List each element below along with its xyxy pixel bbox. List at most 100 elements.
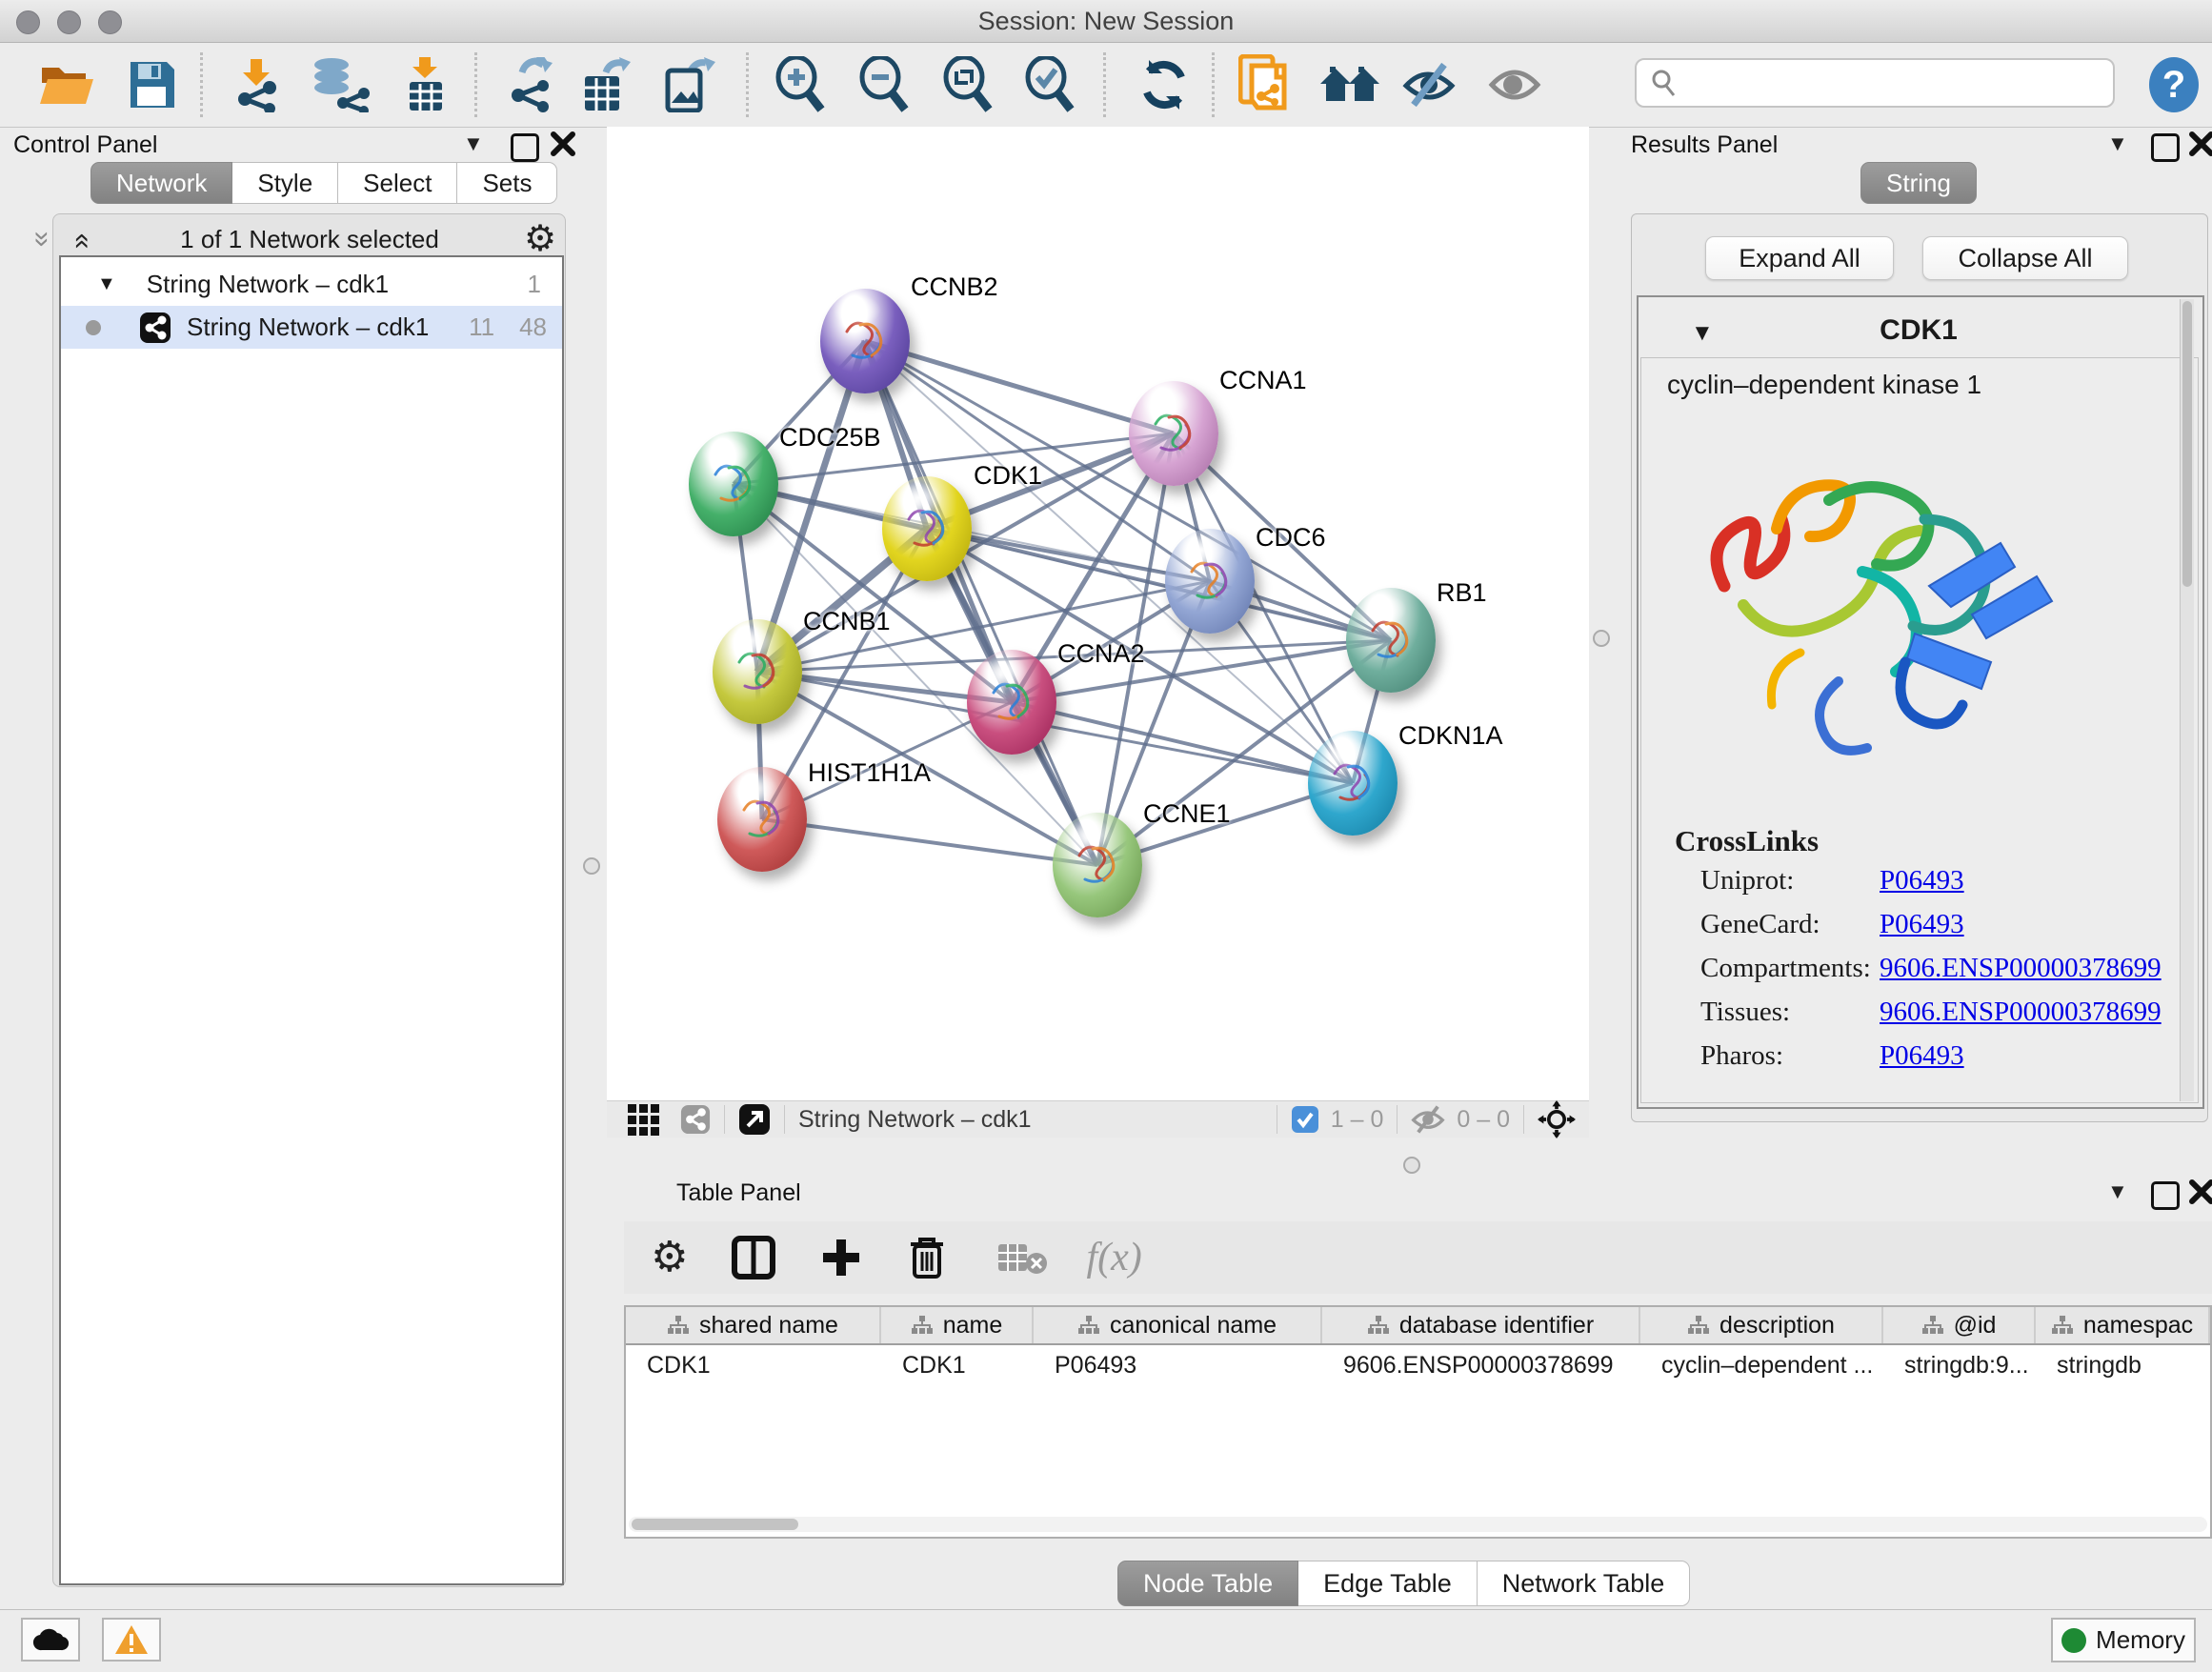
control-panel-float-menu[interactable]: ▼ <box>463 131 484 156</box>
network-options-gear-icon[interactable]: ⚙ <box>524 221 556 257</box>
houses-icon[interactable] <box>1318 56 1381 113</box>
table-hscrollbar-thumb[interactable] <box>632 1519 798 1530</box>
node-CCNB2[interactable] <box>820 289 910 393</box>
left-splitter-handle[interactable] <box>583 857 600 875</box>
tab-sets[interactable]: Sets <box>457 162 557 204</box>
table-cell[interactable]: CDK1 <box>881 1345 1034 1385</box>
memory-button[interactable]: Memory <box>2051 1618 2196 1662</box>
table-panel-float-button[interactable] <box>2151 1181 2180 1210</box>
zoom-out-icon[interactable] <box>857 56 911 113</box>
export-image-icon[interactable] <box>662 56 715 113</box>
table-settings-gear-icon[interactable]: ⚙ <box>651 1239 688 1276</box>
table-cell[interactable]: P06493 <box>1034 1345 1322 1385</box>
protein-structure-image[interactable] <box>1686 443 2067 800</box>
node-CDC25B[interactable] <box>689 432 778 536</box>
collapse-all-button[interactable]: Collapse All <box>1922 236 2128 280</box>
expand-all-button[interactable]: Expand All <box>1705 236 1894 280</box>
hidden-eye-slash-icon[interactable] <box>1411 1104 1445 1135</box>
node-CCNE1[interactable] <box>1053 813 1142 917</box>
tree-expand-icon[interactable]: ▼ <box>97 273 116 295</box>
tab-select[interactable]: Select <box>338 162 457 204</box>
string-style-icon[interactable] <box>680 1104 711 1135</box>
results-panel-float-menu[interactable]: ▼ <box>2107 131 2128 156</box>
import-table-icon[interactable] <box>404 56 448 113</box>
function-builder-icon[interactable]: f(x) <box>1086 1235 1141 1280</box>
column-header-canonical-name[interactable]: canonical name <box>1034 1307 1322 1343</box>
column-header-database-identifier[interactable]: database identifier <box>1322 1307 1640 1343</box>
crosslink-value-link[interactable]: P06493 <box>1880 1040 1964 1072</box>
open-session-icon[interactable] <box>38 56 97 113</box>
crosslink-value-link[interactable]: 9606.ENSP00000378699 <box>1880 953 2162 984</box>
crosslink-value-link[interactable]: 9606.ENSP00000378699 <box>1880 997 2162 1028</box>
column-header--id[interactable]: @id <box>1883 1307 2036 1343</box>
delete-table-icon[interactable] <box>996 1240 1048 1275</box>
column-header-name[interactable]: name <box>881 1307 1034 1343</box>
table-hscrollbar[interactable] <box>629 1517 2207 1532</box>
import-network-file-icon[interactable] <box>231 56 281 113</box>
export-network-icon[interactable] <box>505 56 558 113</box>
crosshair-icon[interactable] <box>1538 1100 1576 1138</box>
results-scrollbar[interactable] <box>2180 299 2194 1101</box>
table-cell[interactable]: cyclin–dependent ... <box>1640 1345 1883 1385</box>
search-input[interactable] <box>1635 58 2115 108</box>
control-panel-close-icon[interactable] <box>551 131 575 161</box>
table-tabs: Node TableEdge TableNetwork Table <box>1117 1561 1690 1606</box>
control-panel-float-button[interactable] <box>511 133 539 162</box>
node-HIST1H1A[interactable] <box>717 767 807 872</box>
import-network-database-icon[interactable] <box>311 56 370 113</box>
network-collection-row[interactable]: ▼ String Network – cdk1 1 <box>61 263 562 306</box>
network-row[interactable]: String Network – cdk1 11 48 <box>61 306 562 349</box>
table-cell[interactable]: stringdb <box>2036 1345 2210 1385</box>
eye-slash-icon[interactable] <box>1402 56 1456 113</box>
node-label-CCNA2: CCNA2 <box>1057 639 1145 669</box>
export-table-icon[interactable] <box>579 56 633 113</box>
node-CCNA1[interactable] <box>1129 381 1218 486</box>
zoom-fit-icon[interactable] <box>941 56 995 113</box>
selected-checkbox-icon[interactable] <box>1291 1105 1319 1134</box>
tab-network-table[interactable]: Network Table <box>1478 1561 1691 1606</box>
cloud-button[interactable] <box>21 1618 80 1662</box>
tab-node-table[interactable]: Node Table <box>1117 1561 1298 1606</box>
help-icon[interactable]: ? <box>2148 56 2200 113</box>
refresh-icon[interactable] <box>1139 56 1189 113</box>
warning-button[interactable] <box>102 1618 161 1662</box>
node-CDC6[interactable] <box>1165 529 1255 634</box>
zoom-in-icon[interactable] <box>774 56 827 113</box>
column-header-namespac[interactable]: namespac <box>2036 1307 2210 1343</box>
right-splitter-handle[interactable] <box>1593 630 1610 647</box>
node-RB1[interactable] <box>1346 588 1436 693</box>
tab-string[interactable]: String <box>1860 162 1977 204</box>
delete-column-icon[interactable] <box>907 1235 947 1280</box>
results-panel-close-icon[interactable] <box>2189 131 2212 161</box>
birdseye-grid-icon[interactable] <box>628 1104 659 1136</box>
column-header-description[interactable]: description <box>1640 1307 1883 1343</box>
crosslink-value-link[interactable]: P06493 <box>1880 865 1964 896</box>
zoom-selected-icon[interactable] <box>1023 56 1076 113</box>
table-panel-float-menu[interactable]: ▼ <box>2107 1179 2128 1204</box>
add-column-icon[interactable] <box>819 1236 863 1279</box>
table-row[interactable]: CDK1CDK1P064939606.ENSP00000378699cyclin… <box>626 1345 2210 1385</box>
column-header-shared-name[interactable]: shared name <box>626 1307 881 1343</box>
collapse-all-icon[interactable]: » <box>26 232 58 248</box>
tab-style[interactable]: Style <box>232 162 338 204</box>
node-CCNB1[interactable] <box>713 619 802 724</box>
tab-edge-table[interactable]: Edge Table <box>1298 1561 1478 1606</box>
node-CDK1[interactable] <box>882 476 972 581</box>
bottom-splitter-handle[interactable] <box>1403 1157 1420 1174</box>
table-cell[interactable]: 9606.ENSP00000378699 <box>1322 1345 1640 1385</box>
tab-network[interactable]: Network <box>90 162 232 204</box>
network-canvas[interactable]: CCNB2 CCNA1 CDC25B CDK1 CDC6 RB1 CCNB1 C… <box>607 127 1589 1100</box>
table-cell[interactable]: CDK1 <box>626 1345 881 1385</box>
node-CDKN1A[interactable] <box>1308 731 1398 836</box>
table-cell[interactable]: stringdb:9... <box>1883 1345 2036 1385</box>
open-in-window-icon[interactable] <box>738 1103 771 1136</box>
network-document-icon[interactable] <box>1238 56 1294 113</box>
node-CCNA2[interactable] <box>967 650 1056 755</box>
table-panel-close-icon[interactable] <box>2189 1179 2212 1209</box>
split-columns-icon[interactable] <box>732 1236 775 1279</box>
eye-icon[interactable] <box>1488 56 1541 113</box>
crosslink-value-link[interactable]: P06493 <box>1880 909 1964 940</box>
results-panel-float-button[interactable] <box>2151 133 2180 162</box>
expand-all-icon[interactable]: » <box>64 233 96 250</box>
save-session-icon[interactable] <box>129 56 176 113</box>
